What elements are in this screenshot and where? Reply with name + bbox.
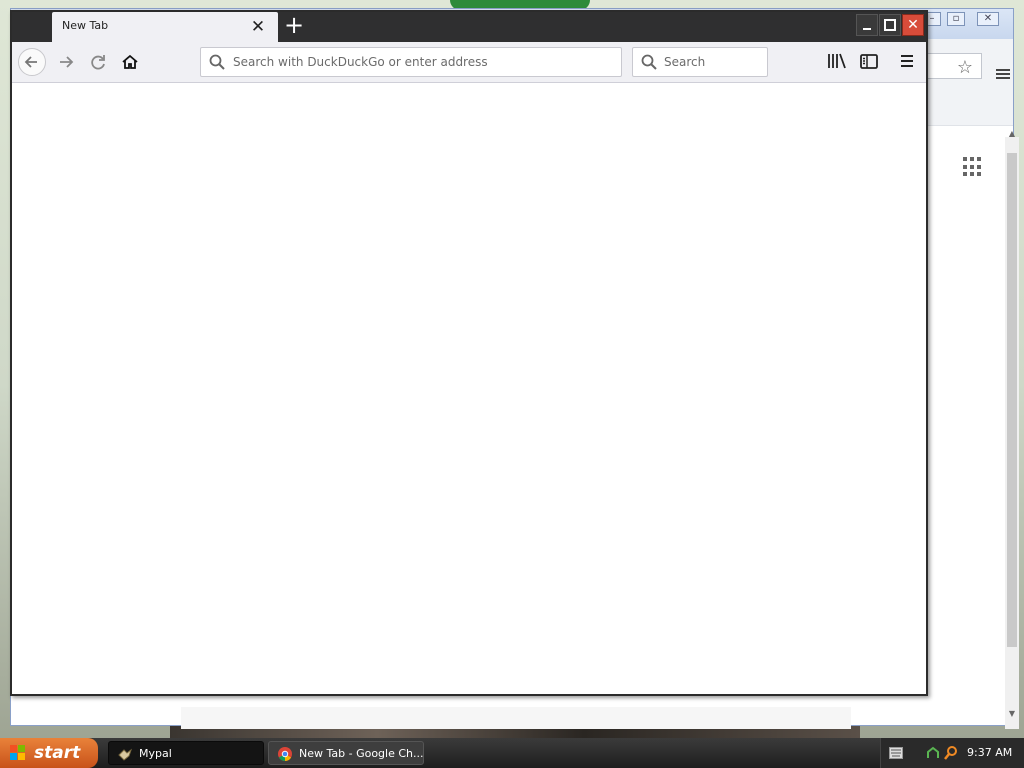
sidebar-icon (860, 54, 878, 69)
taskbar-item-mypal[interactable]: Mypal (108, 741, 264, 765)
bookmark-star-icon[interactable]: ☆ (954, 59, 976, 79)
chrome-restore-button[interactable]: ▫ (947, 12, 965, 26)
search-icon (209, 54, 225, 70)
chrome-app-icon (278, 747, 292, 762)
app-menu-button[interactable] (896, 50, 918, 72)
page-content[interactable] (12, 83, 926, 694)
close-tab-icon[interactable]: ✕ (248, 17, 268, 37)
sidebar-toggle-button[interactable] (858, 50, 880, 72)
windows-logo-icon (10, 745, 26, 761)
chrome-page-strip (181, 707, 851, 729)
clock[interactable]: 9:37 AM (967, 746, 1012, 759)
apps-grid-icon[interactable] (963, 157, 983, 177)
search-bar[interactable]: Search (632, 47, 768, 77)
reload-button[interactable] (84, 48, 112, 76)
navigation-toolbar: Search with DuckDuckGo or enter address … (12, 42, 926, 83)
system-tray: 9:37 AM (880, 738, 1024, 768)
hamburger-menu-icon (901, 55, 913, 67)
search-tray-icon[interactable] (943, 745, 959, 761)
taskbar: start Mypal New Tab - Google Ch... 9:37 … (0, 738, 1024, 768)
keyboard-icon[interactable] (889, 747, 903, 759)
tab-new-tab[interactable]: New Tab ✕ (52, 12, 278, 43)
library-button[interactable] (826, 50, 848, 72)
taskbar-item-label: Mypal (139, 747, 172, 760)
search-icon (641, 54, 657, 70)
chrome-close-button[interactable]: ✕ (977, 12, 999, 26)
chrome-scrollbar-thumb[interactable] (1007, 153, 1017, 647)
back-button[interactable] (18, 48, 46, 76)
minimize-icon (863, 28, 871, 30)
search-placeholder: Search (664, 55, 706, 69)
tab-title: New Tab (62, 19, 109, 32)
home-icon (122, 54, 138, 69)
mypal-app-icon (118, 748, 132, 761)
network-icon[interactable] (925, 745, 941, 761)
minimize-button[interactable] (856, 14, 878, 36)
firefox-window[interactable]: New Tab ✕ + ✕ Search with DuckDuckGo or … (10, 10, 928, 696)
scroll-up-arrow-icon[interactable]: ▲ (1005, 127, 1019, 141)
address-bar[interactable]: Search with DuckDuckGo or enter address (200, 47, 622, 77)
start-label: start (34, 743, 81, 763)
taskbar-item-chrome[interactable]: New Tab - Google Ch... (268, 741, 424, 765)
reload-icon (91, 55, 105, 70)
scroll-down-arrow-icon[interactable]: ▼ (1005, 707, 1019, 721)
back-arrow-icon (24, 56, 37, 68)
library-icon (828, 53, 846, 69)
maximize-icon (884, 19, 896, 31)
address-placeholder: Search with DuckDuckGo or enter address (233, 55, 488, 69)
home-button[interactable] (116, 48, 144, 76)
taskbar-item-label: New Tab - Google Ch... (299, 747, 424, 760)
new-tab-plus-icon[interactable]: + (282, 13, 306, 38)
forward-button[interactable] (52, 48, 80, 76)
close-window-button[interactable]: ✕ (902, 14, 924, 36)
forward-arrow-icon (60, 56, 74, 68)
maximize-button[interactable] (879, 14, 901, 36)
start-button[interactable]: start (0, 738, 98, 768)
